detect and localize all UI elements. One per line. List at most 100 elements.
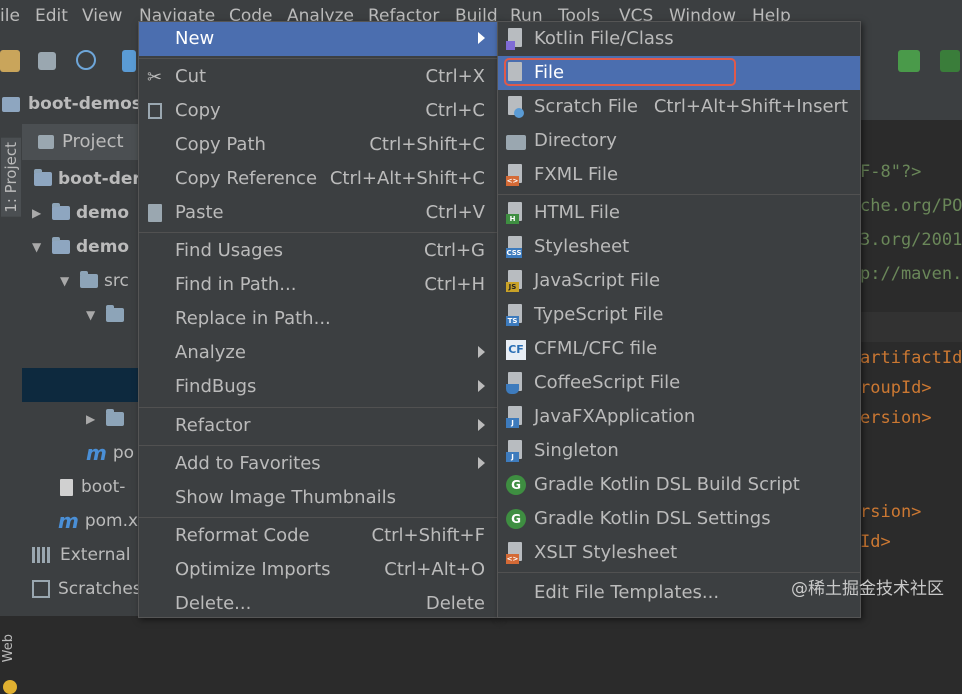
submenu-item-xslt-stylesheet[interactable]: <> XSLT Stylesheet <box>498 536 860 570</box>
submenu-item-javafxapplication[interactable]: J JavaFXApplication <box>498 400 860 434</box>
project-panel-header[interactable]: Project <box>22 124 140 160</box>
submenu-item-typescript-file[interactable]: TS TypeScript File <box>498 298 860 332</box>
menu-item-label: XSLT Stylesheet <box>534 542 678 563</box>
menu-item-copy-reference[interactable]: Copy Reference Ctrl+Alt+Shift+C <box>139 162 497 196</box>
submenu-item-cfml-cfc-file[interactable]: CF CFML/CFC file <box>498 332 860 366</box>
submenu-arrow-icon <box>478 457 485 469</box>
menu-item-add-to-favorites[interactable]: Add to Favorites <box>139 447 497 481</box>
tree-row-pom-2[interactable]: m pom.x <box>58 506 138 536</box>
menu-item-label: Refactor <box>175 415 251 436</box>
menu-separator <box>139 58 497 59</box>
menu-item-label: JavaFXApplication <box>534 406 696 427</box>
menu-item-refactor[interactable]: Refactor <box>139 409 497 443</box>
menu-item-label: Stylesheet <box>534 236 630 257</box>
kotlin-file-icon <box>506 28 524 50</box>
menu-item-label: HTML File <box>534 202 620 223</box>
menu-item-label: Paste <box>175 202 224 223</box>
menu-item-label: TypeScript File <box>534 304 664 325</box>
menu-item-new[interactable]: New <box>139 22 497 56</box>
tree-row-test[interactable]: ▶ <box>86 404 130 434</box>
menu-item-optimize-imports[interactable]: Optimize Imports Ctrl+Alt+O <box>139 553 497 587</box>
tree-row-root[interactable]: boot-der <box>34 164 141 194</box>
menu-item-cut[interactable]: ✂ Cut Ctrl+X <box>139 60 497 94</box>
css-file-icon: CSS <box>506 236 524 258</box>
coffeescript-file-icon <box>506 372 524 394</box>
sync-icon[interactable] <box>76 50 96 70</box>
submenu-item-stylesheet[interactable]: CSS Stylesheet <box>498 230 860 264</box>
back-icon[interactable] <box>122 50 136 72</box>
context-menu: New ✂ Cut Ctrl+X Copy Ctrl+C Copy Path C… <box>138 21 498 618</box>
menu-item-copy[interactable]: Copy Ctrl+C <box>139 94 497 128</box>
tree-row-external[interactable]: External <box>32 540 131 570</box>
menu-item-replace-in-path[interactable]: Replace in Path... <box>139 302 497 336</box>
scratch-file-icon <box>506 96 524 118</box>
tree-label: pom.x <box>84 511 139 531</box>
menu-item-shortcut: Ctrl+Shift+F <box>371 525 485 546</box>
expand-arrow-icon[interactable]: ▶ <box>86 412 98 426</box>
tree-row-boot[interactable]: boot- <box>60 472 125 502</box>
open-folder-icon[interactable] <box>0 50 20 72</box>
tree-row-demo-1[interactable]: ▶ demo <box>32 198 129 228</box>
menu-item-show-image-thumbnails[interactable]: Show Image Thumbnails <box>139 481 497 515</box>
submenu-item-html-file[interactable]: H HTML File <box>498 196 860 230</box>
submenu-item-directory[interactable]: Directory <box>498 124 860 158</box>
tree-row-pom-1[interactable]: m po <box>86 438 134 468</box>
submenu-arrow-icon <box>478 346 485 358</box>
menu-file[interactable]: ile <box>0 6 20 26</box>
tree-row-demo-2[interactable]: ▼ demo <box>32 232 129 262</box>
submenu-item-fxml-file[interactable]: <> FXML File <box>498 158 860 192</box>
submenu-arrow-icon <box>478 380 485 392</box>
submenu-item-kotlin-file-class[interactable]: Kotlin File/Class <box>498 22 860 56</box>
project-panel-title: Project <box>62 131 124 152</box>
menu-item-find-in-path[interactable]: Find in Path... Ctrl+H <box>139 268 497 302</box>
expand-arrow-icon[interactable]: ▶ <box>32 206 44 220</box>
menu-item-label: Directory <box>534 130 617 151</box>
save-icon[interactable] <box>38 52 56 70</box>
directory-icon <box>506 135 526 150</box>
menu-edit[interactable]: Edit <box>35 6 68 26</box>
submenu-item-coffeescript-file[interactable]: CoffeeScript File <box>498 366 860 400</box>
web-tool-tab[interactable]: Web <box>1 634 16 662</box>
submenu-item-gradle-kotlin-dsl-build-script[interactable]: G Gradle Kotlin DSL Build Script <box>498 468 860 502</box>
tree-row-scratches[interactable]: Scratches <box>32 574 142 604</box>
tree-row-src[interactable]: ▼ src <box>60 266 129 296</box>
web-icon <box>3 680 17 694</box>
submenu-item-javascript-file[interactable]: JS JavaScript File <box>498 264 860 298</box>
menu-view[interactable]: View <box>82 6 122 26</box>
menu-item-label: Reformat Code <box>175 525 310 546</box>
tree-row-main[interactable]: ▼ <box>86 300 130 330</box>
collapse-arrow-icon[interactable]: ▼ <box>32 240 44 254</box>
maven-file-icon: m <box>86 441 107 465</box>
tree-label: Scratches <box>58 579 142 599</box>
menu-item-paste[interactable]: Paste Ctrl+V <box>139 196 497 230</box>
submenu-item-singleton[interactable]: J Singleton <box>498 434 860 468</box>
menu-separator <box>139 407 497 408</box>
scratches-icon <box>32 580 50 598</box>
menu-item-findbugs[interactable]: FindBugs <box>139 370 497 404</box>
menu-item-analyze[interactable]: Analyze <box>139 336 497 370</box>
menu-item-label: Edit File Templates... <box>534 582 720 603</box>
monitor-icon[interactable] <box>940 50 960 72</box>
collapse-arrow-icon[interactable]: ▼ <box>60 274 72 288</box>
tree-row-selected[interactable] <box>22 368 140 402</box>
collapse-arrow-icon[interactable]: ▼ <box>86 308 98 322</box>
file-icon <box>60 478 73 496</box>
menu-item-copy-path[interactable]: Copy Path Ctrl+Shift+C <box>139 128 497 162</box>
breadcrumb-project[interactable]: boot-demos <box>28 94 142 114</box>
menu-item-label: Replace in Path... <box>175 308 331 329</box>
tree-label: demo <box>76 237 130 257</box>
menu-item-reformat-code[interactable]: Reformat Code Ctrl+Shift+F <box>139 519 497 553</box>
code-line: roupId> <box>860 378 932 398</box>
scissors-icon: ✂ <box>147 67 163 88</box>
submenu-item-gradle-kotlin-dsl-settings[interactable]: G Gradle Kotlin DSL Settings <box>498 502 860 536</box>
menu-item-label: Singleton <box>534 440 619 461</box>
project-tool-tab[interactable]: 1: Project <box>1 138 21 217</box>
submenu-item-scratch-file[interactable]: Scratch File Ctrl+Alt+Shift+Insert <box>498 90 860 124</box>
menu-item-find-usages[interactable]: Find Usages Ctrl+G <box>139 234 497 268</box>
menu-item-shortcut: Ctrl+Shift+C <box>369 134 485 155</box>
code-line: ersion> <box>860 408 932 428</box>
code-line: p://maven. <box>860 264 962 284</box>
run-config-icon[interactable] <box>898 50 920 72</box>
project-folder-icon <box>2 97 20 112</box>
menu-item-label: CoffeeScript File <box>534 372 681 393</box>
